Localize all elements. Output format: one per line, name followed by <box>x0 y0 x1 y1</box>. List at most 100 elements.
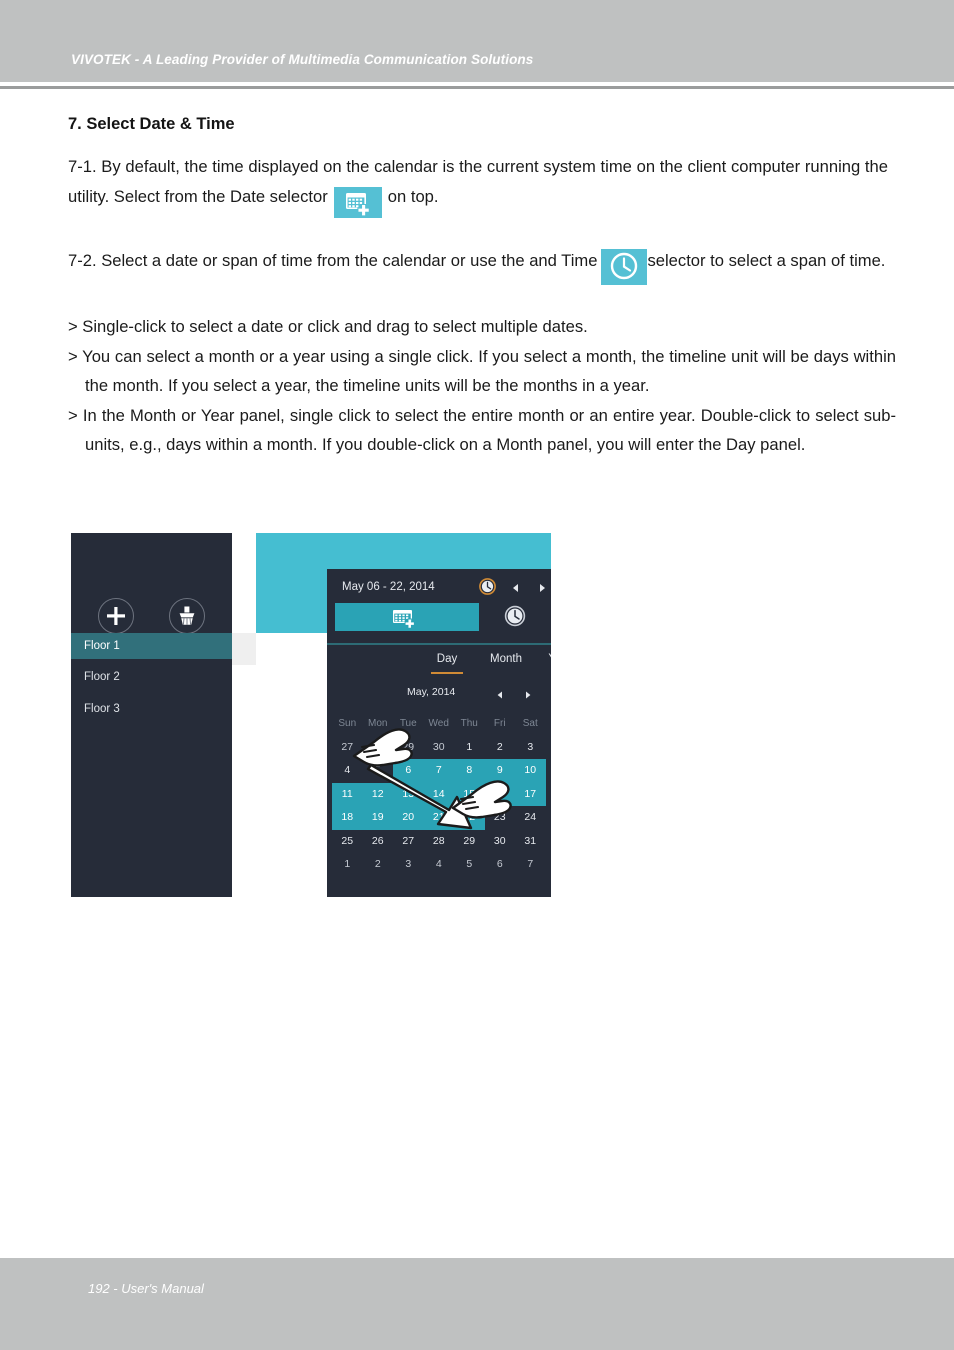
calendar-day-cell[interactable]: 5 <box>363 759 394 783</box>
sidebar-item-floor-1[interactable]: Floor 1 <box>71 633 232 659</box>
date-range-label: May 06 - 22, 2014 <box>342 581 435 593</box>
page-footer-band <box>0 1258 954 1350</box>
calendar-day-cell-selected[interactable]: 22 <box>454 806 485 830</box>
calendar-week-row: 25 26 27 28 29 30 31 <box>332 830 546 854</box>
calendar-week-row: 18 19 20 21 22 23 24 <box>332 806 546 830</box>
calendar-day-cell[interactable]: 5 <box>454 853 485 877</box>
calendar-day-cell-selected[interactable]: 14 <box>423 782 454 806</box>
paragraph-7-2: 7-2. Select a date or span of time from … <box>68 246 888 286</box>
range-next-arrow-icon[interactable] <box>536 581 548 593</box>
calendar-day-cell[interactable]: 27 <box>393 830 424 854</box>
active-tab-underline <box>431 672 463 674</box>
brush-icon[interactable] <box>169 598 205 634</box>
calendar-plus-icon <box>333 186 382 218</box>
calendar-panel-header: May 06 - 22, 2014 <box>327 569 551 645</box>
calendar-day-cell-selected[interactable]: 9 <box>484 759 515 783</box>
calendar-day-cell[interactable]: 28 <box>363 736 394 760</box>
calendar-day-cell[interactable]: 27 <box>332 736 363 760</box>
month-navigation-row: May, 2014 <box>327 686 551 706</box>
calendar-day-cell-selected[interactable]: 16 <box>484 782 515 806</box>
calendar-day-cell[interactable]: 24 <box>515 806 546 830</box>
calendar-week-row: 1234567 <box>332 853 546 877</box>
calendar-grid: Sun Mon Tue Wed Thu Fri Sat 27 28 29 30 1 2 3 4 5 6 7 8 9 10… <box>332 712 546 877</box>
calendar-day-cell[interactable]: 30 <box>485 830 516 854</box>
paragraph-7-1-text-before: 7-1. By default, the time displayed on t… <box>68 157 888 206</box>
calendar-day-cell[interactable]: 1 <box>454 736 485 760</box>
weekday-label: Sun <box>338 718 357 729</box>
calendar-day-cell[interactable]: 4 <box>332 759 363 783</box>
calendar-week-row: 4 5 6 7 8 9 10 <box>332 759 546 783</box>
range-prev-arrow-icon[interactable] <box>510 581 522 593</box>
month-year-label: May, 2014 <box>407 686 456 698</box>
time-selector-button[interactable] <box>504 605 526 627</box>
calendar-day-cell[interactable]: 4 <box>424 853 455 877</box>
paragraph-7-2-text-before: 7-2. Select a date or span of time from … <box>68 251 598 270</box>
calendar-week-row: 11 12 13 14 15 16 17 <box>332 782 546 806</box>
calendar-day-cell[interactable]: 7 <box>515 853 546 877</box>
calendar-day-cell-selected[interactable]: 8 <box>454 759 485 783</box>
calendar-day-cell-selected[interactable]: 21 <box>423 806 454 830</box>
calendar-day-cell[interactable]: 3 <box>393 853 424 877</box>
calendar-panel: May 06 - 22, 2014 Day Month May, 2014 Su… <box>327 569 551 897</box>
date-selector-button[interactable] <box>335 603 479 631</box>
calendar-day-cell-selected[interactable]: 12 <box>362 782 393 806</box>
sidebar-gutter-strip-lower <box>232 665 256 897</box>
tab-month[interactable]: Month <box>482 653 530 665</box>
tab-year[interactable]: Year <box>540 653 551 665</box>
weekday-label: Wed <box>428 718 449 729</box>
paragraph-7-1-text-after: on top. <box>387 187 439 206</box>
bullet-list: > Single-click to select a date or click… <box>68 312 896 460</box>
list-item: > In the Month or Year panel, single cli… <box>68 405 896 455</box>
sidebar-item-floor-2[interactable]: Floor 2 <box>71 664 232 690</box>
calendar-day-cell[interactable]: 3 <box>515 736 546 760</box>
sidebar-gutter-strip <box>232 633 256 665</box>
calendar-day-cell-selected[interactable]: 17 <box>515 782 546 806</box>
month-next-arrow-icon[interactable] <box>523 687 533 699</box>
calendar-day-cell[interactable]: 1 <box>332 853 363 877</box>
weekday-label: Mon <box>368 718 388 729</box>
calendar-day-cell-selected[interactable]: 11 <box>332 782 363 806</box>
add-icon[interactable] <box>98 598 134 634</box>
paragraph-7-2-text-after: selector to select a span of time. <box>647 251 886 270</box>
header-divider-rule <box>0 86 954 89</box>
page-title: 7. Select Date & Time <box>68 115 235 133</box>
list-item: > You can select a month or a year using… <box>68 346 896 396</box>
calendar-day-cell[interactable]: 31 <box>515 830 546 854</box>
paragraph-7-1: 7-1. By default, the time displayed on t… <box>68 152 888 218</box>
calendar-day-cell-selected[interactable]: 19 <box>362 806 393 830</box>
calendar-day-cell-selected[interactable]: 6 <box>393 759 424 783</box>
calendar-day-cell[interactable]: 6 <box>485 853 516 877</box>
calendar-day-cell-selected[interactable]: 10 <box>515 759 546 783</box>
footer-page-label: 192 - User's Manual <box>88 1281 204 1296</box>
calendar-day-cell-selected[interactable]: 7 <box>423 759 454 783</box>
calendar-week-row: 27 28 29 30 1 2 3 <box>332 736 546 760</box>
calendar-day-cell[interactable]: 23 <box>485 806 516 830</box>
list-item: > Single-click to select a date or click… <box>68 317 588 336</box>
page-header-band: VIVOTEK - A Leading Provider of Multimed… <box>0 0 954 82</box>
header-banner-text: VIVOTEK - A Leading Provider of Multimed… <box>71 52 534 67</box>
month-prev-arrow-icon[interactable] <box>495 687 505 699</box>
sidebar-item-floor-3[interactable]: Floor 3 <box>71 696 232 722</box>
clock-icon <box>601 249 648 286</box>
calendar-day-cell[interactable]: 2 <box>363 853 394 877</box>
calendar-unit-tabs: Day Month Year <box>327 653 551 679</box>
calendar-day-cell[interactable]: 25 <box>332 830 363 854</box>
calendar-day-cell-selected[interactable]: 15 <box>454 782 485 806</box>
tab-day[interactable]: Day <box>427 653 467 665</box>
app-screenshot-figure: Floor 1 Floor 2 Floor 3 May 06 - 22, 201… <box>71 533 551 897</box>
calendar-day-cell[interactable]: 29 <box>393 736 424 760</box>
calendar-day-cell-selected[interactable]: 18 <box>332 806 363 830</box>
calendar-day-cell[interactable]: 30 <box>424 736 455 760</box>
weekday-label: Fri <box>493 718 506 729</box>
weekday-label: Tue <box>399 718 417 729</box>
calendar-day-cell[interactable]: 26 <box>363 830 394 854</box>
weekday-header-row: Sun Mon Tue Wed Thu Fri Sat <box>332 712 546 736</box>
calendar-day-cell[interactable]: 28 <box>424 830 455 854</box>
calendar-day-cell-selected[interactable]: 13 <box>393 782 424 806</box>
calendar-day-cell[interactable]: 2 <box>485 736 516 760</box>
weekday-label: Sat <box>522 718 538 729</box>
calendar-day-cell-selected[interactable]: 20 <box>393 806 424 830</box>
calendar-day-cell[interactable]: 29 <box>454 830 485 854</box>
clock-icon[interactable] <box>479 578 496 595</box>
app-sidebar: Floor 1 Floor 2 Floor 3 <box>71 533 232 897</box>
